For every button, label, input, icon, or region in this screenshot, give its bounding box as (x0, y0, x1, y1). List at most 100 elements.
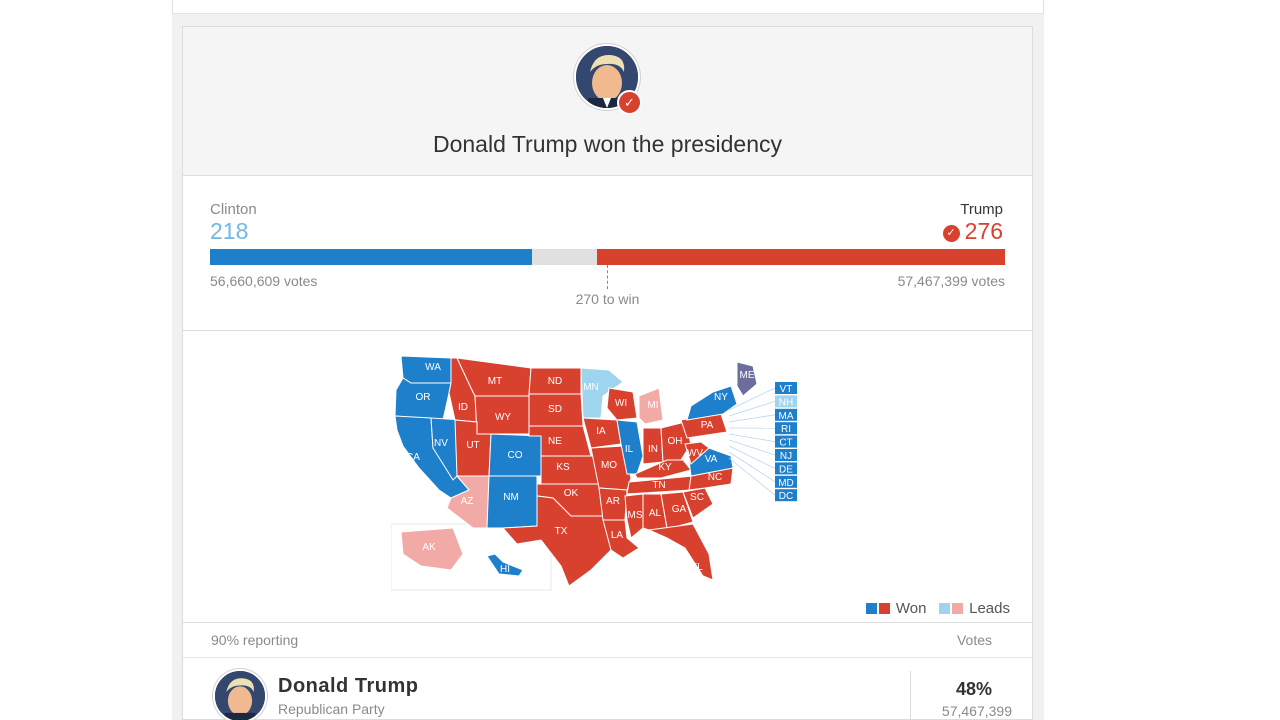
state-label-ky: KY (658, 462, 672, 473)
previous-card (172, 0, 1044, 14)
candidate-votes: 57,467,399 (941, 703, 1012, 719)
state-label-ak: AK (422, 542, 436, 553)
candidate-percent: 48% (955, 679, 992, 699)
clinton-bar-fill (210, 249, 533, 265)
electoral-map-section: WA OR CA NV ID MT WY UT CO AZ NM ND SD NE KS OK TX MN IA MO… (183, 332, 1032, 623)
state-label-md: MD (778, 478, 794, 489)
state-label-tn: TN (652, 480, 665, 491)
us-electoral-map[interactable]: WA OR CA NV ID MT WY UT CO AZ NM ND SD NE KS OK TX MN IA MO… (391, 348, 811, 592)
divider (910, 671, 911, 720)
page: ✓ Donald Trump won the presidency Clinto… (0, 0, 1280, 720)
state-label-nv: NV (434, 438, 448, 449)
clinton-name: Clinton (210, 201, 257, 218)
state-label-dc: DC (779, 491, 793, 502)
state-label-or: OR (416, 392, 431, 403)
state-label-ri: RI (781, 424, 791, 435)
win-threshold-line (607, 265, 608, 289)
table-row[interactable]: Donald Trump Republican Party 48% 57,467… (183, 659, 1032, 720)
check-icon: ✓ (617, 90, 642, 115)
dem-leads-swatch (938, 603, 950, 614)
state-label-ca: CA (406, 452, 420, 463)
state-label-ct: CT (779, 438, 792, 449)
callout-line (728, 457, 776, 496)
state-label-me: ME (740, 370, 755, 381)
state-label-id: ID (458, 402, 468, 413)
state-label-nm: NM (503, 492, 519, 503)
win-threshold-label: 270 to win (575, 291, 640, 307)
trump-electoral-votes: 276 (964, 218, 1003, 244)
state-label-nj: NJ (780, 451, 792, 462)
state-label-wi: WI (615, 398, 627, 409)
callout-line (728, 439, 776, 456)
candidate-avatar (213, 669, 267, 720)
trump-bar-fill (597, 249, 1005, 265)
table-header: 90% reporting Votes (183, 624, 1032, 658)
state-label-vt: VT (780, 384, 793, 395)
state-fl[interactable] (647, 523, 714, 581)
state-label-az: AZ (461, 496, 474, 507)
electoral-vote-bar (210, 249, 1005, 265)
trump-name: Trump (960, 201, 1003, 218)
state-label-hi: HI (500, 564, 510, 575)
state-label-ma: MA (779, 411, 794, 422)
state-label-fl: FL (691, 562, 703, 573)
state-label-in: IN (648, 444, 658, 455)
person-portrait-icon (215, 671, 265, 720)
state-label-nd: ND (548, 376, 562, 387)
electoral-results: Clinton 218 Trump ✓ 276 56,660,609 votes … (183, 177, 1032, 331)
state-label-va: VA (705, 454, 718, 465)
state-label-ok: OK (564, 488, 579, 499)
callout-line (728, 433, 776, 442)
callout-line (728, 445, 776, 469)
state-label-mt: MT (488, 376, 502, 387)
state-ny[interactable] (686, 385, 738, 421)
state-label-ar: AR (606, 496, 620, 507)
state-label-tx: TX (555, 526, 568, 537)
state-label-co: CO (508, 450, 523, 461)
callout-line (728, 414, 776, 423)
state-label-pa: PA (701, 420, 714, 431)
reporting-status: 90% reporting (211, 632, 299, 648)
state-label-ms: MS (628, 510, 643, 521)
candidate-party: Republican Party (278, 701, 385, 717)
state-label-ia: IA (596, 426, 606, 437)
legend-leads: Leads (969, 600, 1010, 617)
state-label-ne: NE (548, 436, 562, 447)
trump-electoral-votes-wrap: ✓ 276 (942, 218, 1003, 245)
state-label-nh: NH (779, 397, 793, 408)
state-label-de: DE (779, 464, 793, 475)
callout-line (728, 387, 776, 411)
state-label-oh: OH (668, 436, 683, 447)
state-label-wy: WY (495, 412, 511, 423)
state-label-sc: SC (690, 492, 704, 503)
state-label-nc: NC (708, 472, 722, 483)
election-results-card: ✓ Donald Trump won the presidency Clinto… (182, 26, 1033, 720)
check-icon: ✓ (942, 225, 960, 242)
state-label-sd: SD (548, 404, 562, 415)
candidate-name: Donald Trump (278, 675, 419, 697)
state-label-ga: GA (672, 504, 687, 515)
state-label-il: IL (625, 444, 634, 455)
callout-line (728, 451, 776, 483)
trump-popular-votes: 57,467,399 votes (897, 273, 1005, 289)
winner-title: Donald Trump won the presidency (432, 131, 783, 157)
rep-leads-swatch (951, 603, 963, 614)
state-label-mi: MI (647, 400, 658, 411)
clinton-electoral-votes: 218 (210, 218, 249, 244)
votes-column-header: Votes (956, 632, 992, 648)
state-label-ut: UT (466, 440, 479, 451)
state-label-wv: WV (687, 448, 703, 459)
dem-won-swatch (865, 603, 877, 614)
state-label-ks: KS (556, 462, 570, 473)
winner-header: ✓ Donald Trump won the presidency (183, 27, 1032, 176)
legend-won: Won (895, 600, 927, 617)
state-ks[interactable] (540, 455, 600, 485)
clinton-popular-votes: 56,660,609 votes (210, 273, 318, 289)
state-label-ny: NY (714, 392, 728, 403)
rep-won-swatch (878, 603, 890, 614)
state-label-mo: MO (601, 460, 617, 471)
map-legend: Won Leads (865, 600, 1010, 617)
state-label-mn: MN (583, 382, 599, 393)
state-label-al: AL (649, 508, 662, 519)
state-label-la: LA (611, 530, 624, 541)
